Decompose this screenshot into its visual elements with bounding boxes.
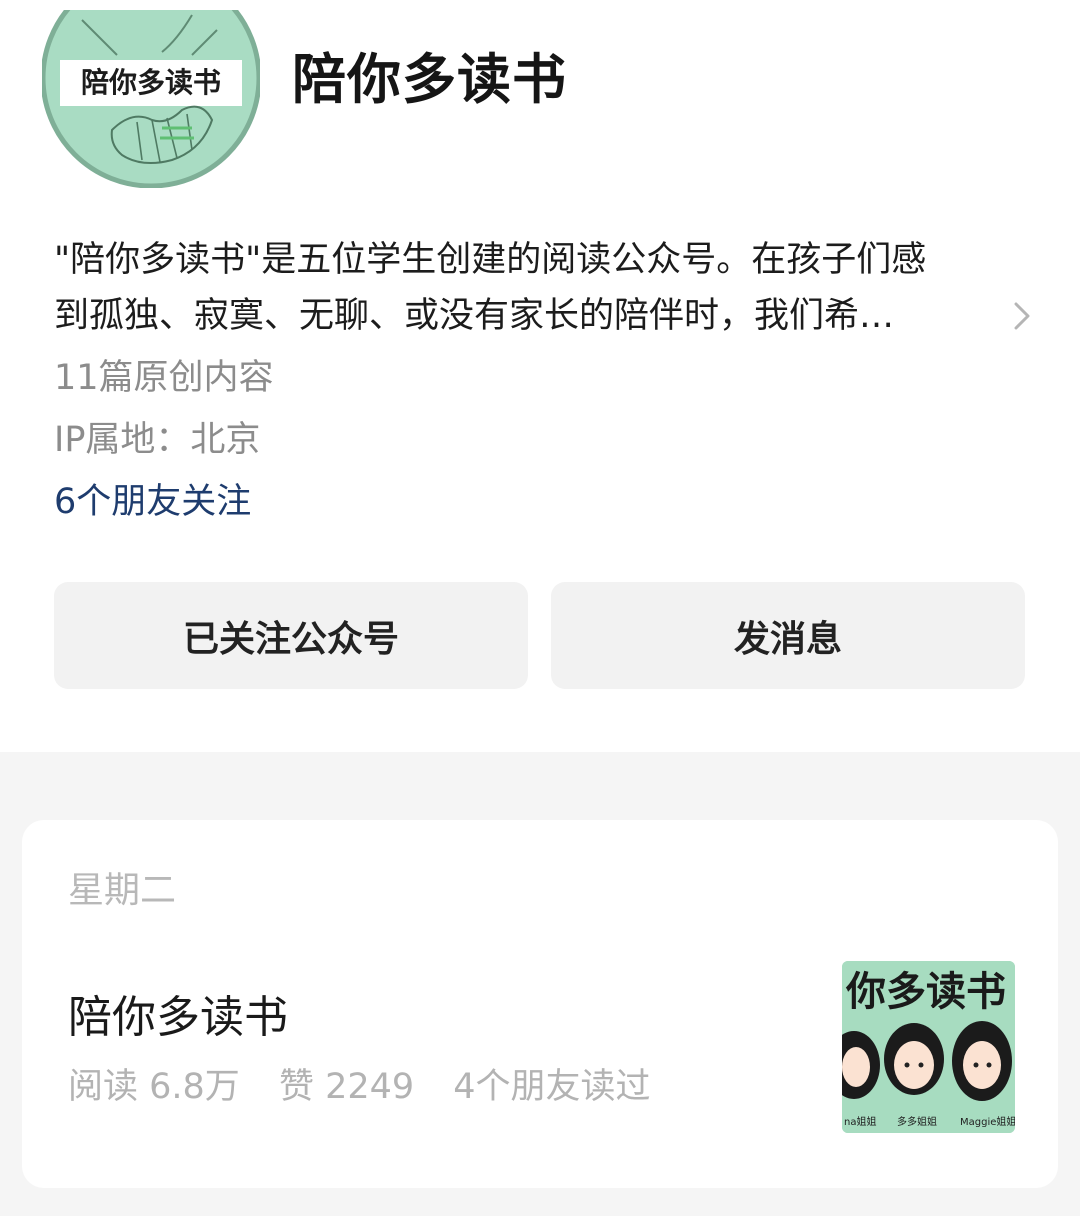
chevron-right-icon[interactable] xyxy=(1004,298,1040,334)
intro-line-1: "陪你多读书"是五位学生创建的阅读公众号。在孩子们感 xyxy=(54,240,927,280)
thumb-caption-1: na姐姐 xyxy=(844,1115,876,1128)
friends-read: 4个朋友读过 xyxy=(453,1067,651,1107)
logo-text: 陪你多读书 xyxy=(81,66,221,99)
thumb-caption-3: Maggie姐姐 xyxy=(960,1115,1015,1128)
thumb-girl-2 xyxy=(884,1023,944,1095)
followed-button[interactable]: 已关注公众号 xyxy=(54,582,528,689)
account-avatar[interactable]: 陪你多读书 xyxy=(42,10,260,188)
ip-location: IP属地：北京 xyxy=(54,420,261,460)
original-count: 11篇原创内容 xyxy=(54,358,274,398)
article-card[interactable]: 星期二 陪你多读书 阅读 6.8万 赞 2249 4个朋友读过 你多读书 na姐… xyxy=(22,820,1058,1188)
article-title[interactable]: 陪你多读书 xyxy=(68,990,288,1046)
article-feed: 星期二 陪你多读书 阅读 6.8万 赞 2249 4个朋友读过 你多读书 na姐… xyxy=(0,752,1080,1216)
thumb-girl-3 xyxy=(952,1021,1012,1101)
account-name: 陪你多读书 xyxy=(292,48,567,111)
article-thumbnail[interactable]: 你多读书 na姐姐 多多姐姐 Maggie姐姐 xyxy=(842,961,1015,1133)
post-weekday: 星期二 xyxy=(68,870,177,911)
like-count: 赞 2249 xyxy=(278,1067,415,1107)
thumb-caption-2: 多多姐姐 xyxy=(897,1115,937,1128)
send-message-button[interactable]: 发消息 xyxy=(551,582,1025,689)
profile-header: 陪你多读书 陪你多读书 "陪你多读书"是五位学生创建的阅读公众号。在孩子们感 到… xyxy=(0,0,1080,752)
friends-following-link[interactable]: 6个朋友关注 xyxy=(54,480,251,524)
hands-logo: 陪你多读书 xyxy=(42,10,260,188)
read-count: 阅读 6.8万 xyxy=(68,1067,240,1107)
article-stats: 阅读 6.8万 赞 2249 4个朋友读过 xyxy=(68,1064,679,1110)
thumb-title: 你多读书 xyxy=(845,968,1006,1015)
account-intro[interactable]: "陪你多读书"是五位学生创建的阅读公众号。在孩子们感 到孤独、寂寞、无聊、或没有… xyxy=(54,232,1014,344)
intro-line-2: 到孤独、寂寞、无聊、或没有家长的陪伴时，我们希… xyxy=(54,296,895,336)
